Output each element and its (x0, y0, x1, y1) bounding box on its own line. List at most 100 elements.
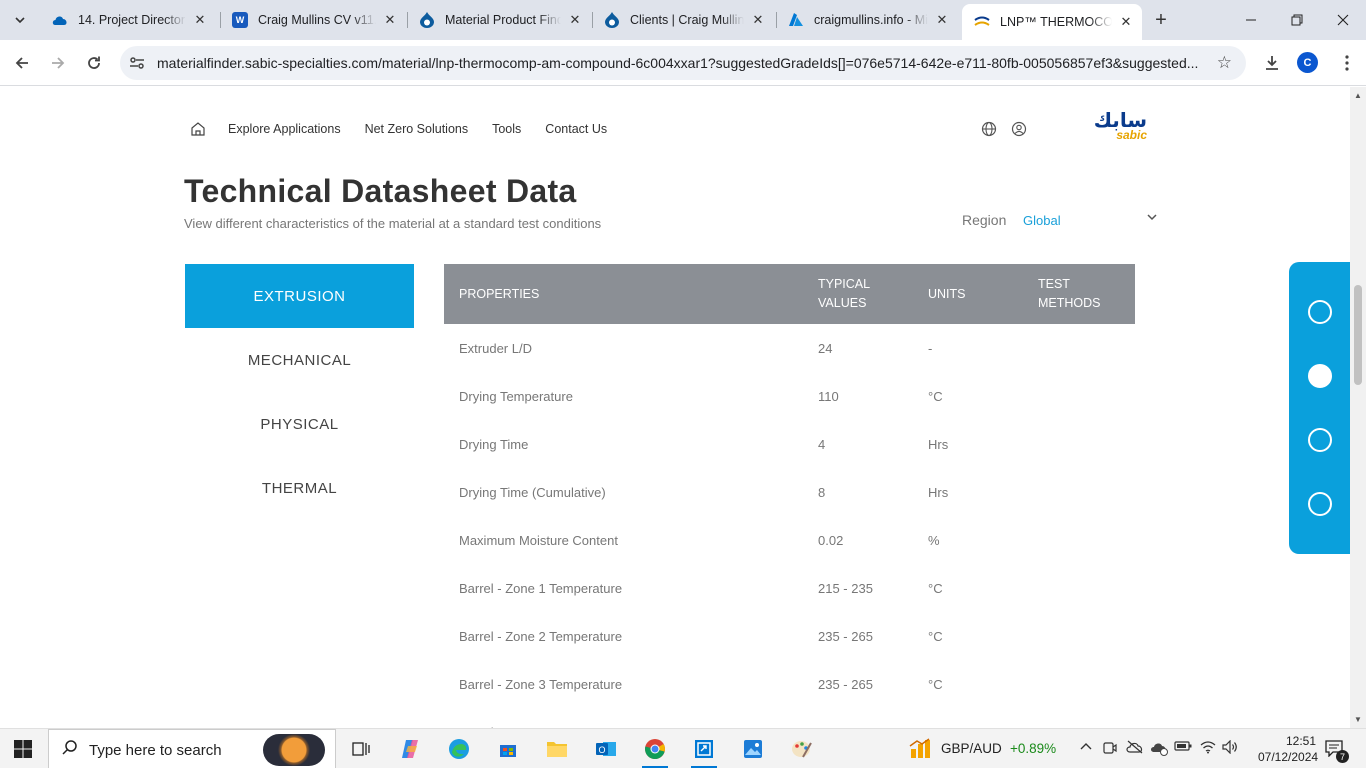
browser-tab[interactable]: W Craig Mullins CV v11. ✕ (220, 0, 406, 40)
meet-now-icon[interactable] (1103, 740, 1117, 759)
paint-icon (792, 741, 812, 758)
table-row: Drying Time 4 Hrs (444, 420, 1135, 468)
reload-button[interactable] (80, 49, 108, 77)
close-tab-icon[interactable]: ✕ (750, 12, 766, 28)
property-cell: Drying Time (Cumulative) (459, 484, 606, 500)
remote-desktop-button[interactable] (689, 735, 719, 768)
back-button[interactable] (8, 49, 36, 77)
sabic-logo[interactable]: سابك sabic (1087, 110, 1147, 147)
volume-icon[interactable] (1222, 739, 1238, 757)
edge-button[interactable] (444, 735, 474, 763)
tab-title: 14. Project Director M (78, 13, 186, 27)
nav-net-zero-solutions[interactable]: Net Zero Solutions (365, 122, 469, 136)
system-clock[interactable]: 12:51 07/12/2024 (1258, 733, 1318, 765)
section-dot[interactable] (1308, 300, 1332, 324)
chevron-up-icon[interactable] (1079, 740, 1093, 757)
windows-start-icon[interactable] (14, 740, 32, 758)
chrome-button[interactable] (640, 735, 670, 768)
search-placeholder: Type here to search (89, 742, 222, 759)
scroll-down-icon[interactable]: ▼ (1354, 715, 1362, 724)
chrome-icon (645, 739, 665, 759)
header-test-methods-line1: TEST (1038, 277, 1070, 291)
browser-tab-active[interactable]: LNP™ THERMOCOMP ✕ (962, 4, 1142, 40)
notification-center[interactable]: 7 (1325, 739, 1349, 763)
browser-tab[interactable]: Clients | Craig Mullins ✕ (592, 0, 774, 40)
paint-button[interactable] (787, 735, 817, 763)
value-cell: 110 (818, 388, 839, 404)
more-vertical-icon (1345, 55, 1349, 71)
outlook-button[interactable]: O (591, 735, 621, 763)
close-tab-icon[interactable]: ✕ (192, 12, 208, 28)
close-window-button[interactable] (1320, 0, 1366, 40)
bookmark-star-icon[interactable]: ☆ (1217, 53, 1232, 73)
unit-cell: °C (928, 628, 943, 644)
battery-icon[interactable] (1174, 740, 1192, 755)
copilot-icon (402, 740, 418, 758)
store-button[interactable] (493, 735, 523, 763)
nav-tools[interactable]: Tools (492, 122, 521, 136)
file-explorer-button[interactable] (542, 735, 572, 763)
category-mechanical[interactable]: MECHANICAL (185, 328, 414, 392)
browser-menu-button[interactable] (1333, 49, 1361, 77)
ticker-label[interactable]: GBP/AUD (941, 741, 1002, 756)
minimize-icon (1246, 19, 1256, 21)
vpn-icon[interactable] (1150, 740, 1168, 759)
value-cell: 0.02 (818, 532, 844, 548)
notification-count: 7 (1336, 750, 1349, 763)
restore-icon (1291, 14, 1303, 26)
globe-icon[interactable] (981, 121, 997, 137)
tab-search-button[interactable] (8, 8, 32, 32)
ticker-value[interactable]: +0.89% (1010, 741, 1056, 756)
downloads-button[interactable] (1258, 49, 1286, 77)
site-info-icon[interactable] (128, 54, 146, 72)
category-thermal[interactable]: THERMAL (185, 456, 414, 520)
user-icon[interactable] (1011, 121, 1027, 137)
browser-tab[interactable]: Material Product Find ✕ (407, 0, 591, 40)
section-dot[interactable] (1308, 428, 1332, 452)
clock-time: 12:51 (1285, 734, 1316, 748)
region-select[interactable]: Global (1023, 213, 1061, 228)
scrollbar-thumb[interactable] (1354, 285, 1362, 385)
sabic-icon (974, 14, 990, 30)
page-scrollbar[interactable]: ▲ ▼ (1350, 87, 1366, 728)
close-tab-icon[interactable]: ✕ (382, 12, 398, 28)
restore-button[interactable] (1274, 0, 1320, 40)
taskbar-search-box[interactable]: Type here to search (48, 729, 336, 768)
page-subtitle: View different characteristics of the ma… (184, 216, 602, 231)
minimize-button[interactable] (1228, 0, 1274, 40)
search-highlight-image[interactable] (263, 734, 325, 766)
wifi-icon[interactable] (1200, 740, 1216, 757)
home-icon[interactable] (190, 121, 206, 137)
task-view-button[interactable] (346, 735, 376, 763)
download-icon (1266, 56, 1278, 70)
url-text[interactable]: materialfinder.sabic-specialties.com/mat… (157, 55, 1207, 71)
property-cell: Drying Time (459, 436, 529, 452)
category-extrusion[interactable]: EXTRUSION (185, 264, 414, 328)
profile-avatar[interactable]: C (1297, 52, 1318, 73)
nav-explore-applications[interactable]: Explore Applications (228, 122, 341, 136)
unit-cell: % (928, 532, 940, 548)
chevron-down-icon[interactable] (1146, 211, 1158, 226)
category-physical[interactable]: PHYSICAL (185, 392, 414, 456)
copilot-button[interactable] (395, 735, 425, 763)
photos-button[interactable] (738, 735, 768, 763)
onedrive-tray-icon[interactable] (1126, 740, 1144, 757)
close-tab-icon[interactable]: ✕ (1118, 14, 1134, 30)
forward-button[interactable] (44, 49, 72, 77)
value-cell: 4 (818, 436, 826, 452)
unit-cell: Hrs (928, 436, 949, 452)
close-tab-icon[interactable]: ✕ (934, 12, 950, 28)
currency-chart-icon[interactable] (909, 738, 931, 760)
scroll-up-icon[interactable]: ▲ (1354, 91, 1362, 100)
chevron-down-icon (15, 17, 25, 24)
table-row: Drying Temperature 110 °C (444, 372, 1135, 420)
close-tab-icon[interactable]: ✕ (567, 12, 583, 28)
address-bar[interactable]: materialfinder.sabic-specialties.com/mat… (120, 46, 1246, 80)
nav-contact-us[interactable]: Contact Us (545, 122, 607, 136)
table-row: Barrel - Zone 3 Temperature 235 - 265 °C (444, 660, 1135, 708)
browser-tab[interactable]: craigmullins.info - Mi ✕ (776, 0, 958, 40)
section-dot[interactable] (1308, 492, 1332, 516)
new-tab-button[interactable]: + (1150, 8, 1172, 32)
section-dot-active[interactable] (1308, 364, 1332, 388)
browser-tab[interactable]: 14. Project Director M ✕ (40, 0, 216, 40)
